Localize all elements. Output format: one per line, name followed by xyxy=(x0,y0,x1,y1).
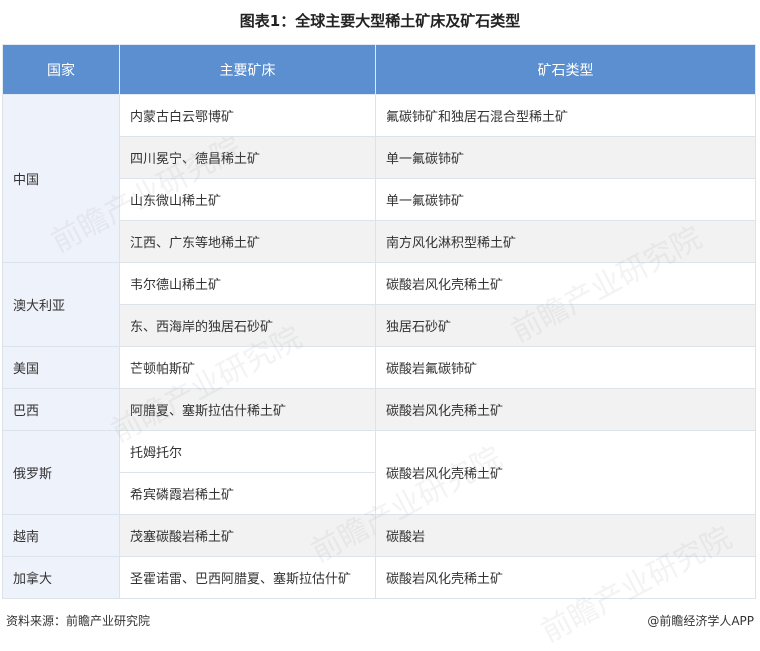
ore-type-cell: 碳酸岩风化壳稀土矿 xyxy=(375,388,756,431)
country-cell: 俄罗斯 xyxy=(2,430,120,515)
deposit-cell: 山东微山稀土矿 xyxy=(119,178,376,221)
ore-type-cell: 碳酸岩氟碳铈矿 xyxy=(375,346,756,389)
ore-type-cell: 碳酸岩风化壳稀土矿 xyxy=(375,262,756,305)
ore-type-cell: 碳酸岩 xyxy=(375,514,756,557)
ore-type-cell: 南方风化淋积型稀土矿 xyxy=(375,220,756,263)
deposit-cell: 芒顿帕斯矿 xyxy=(119,346,376,389)
table-row: 美国 芒顿帕斯矿 碳酸岩氟碳铈矿 xyxy=(2,346,756,389)
deposit-cell: 圣霍诺雷、巴西阿腊夏、塞斯拉估什矿 xyxy=(119,556,376,599)
country-cell: 巴西 xyxy=(2,388,120,431)
deposit-cell: 江西、广东等地稀土矿 xyxy=(119,220,376,263)
deposit-cell: 托姆托尔 xyxy=(119,430,376,473)
deposit-cell: 内蒙古白云鄂博矿 xyxy=(119,94,376,137)
header-ore-type: 矿石类型 xyxy=(375,44,756,95)
country-cell: 越南 xyxy=(2,514,120,557)
deposit-cell: 韦尔德山稀土矿 xyxy=(119,262,376,305)
rare-earth-deposits-table: 国家 主要矿床 矿石类型 中国 内蒙古白云鄂博矿 氟碳铈矿和独居石混合型稀土矿 … xyxy=(2,44,756,599)
table-row: 俄罗斯 托姆托尔 碳酸岩风化壳稀土矿 xyxy=(2,430,756,515)
source-note: 资料来源：前瞻产业研究院 xyxy=(6,614,151,628)
deposit-cell: 四川冕宁、德昌稀土矿 xyxy=(119,136,376,179)
table-header-row: 国家 主要矿床 矿石类型 xyxy=(2,44,756,95)
table-row: 中国 内蒙古白云鄂博矿 氟碳铈矿和独居石混合型稀土矿 xyxy=(2,94,756,263)
country-cell: 中国 xyxy=(2,94,120,263)
chart-title: 图表1：全球主要大型稀土矿床及矿石类型 xyxy=(239,12,521,30)
brand-label: @前瞻经济学人APP xyxy=(647,614,754,628)
ore-type-cell: 碳酸岩风化壳稀土矿 xyxy=(375,430,756,515)
table-row: 巴西 阿腊夏、塞斯拉估什稀土矿 碳酸岩风化壳稀土矿 xyxy=(2,388,756,431)
country-cell: 澳大利亚 xyxy=(2,262,120,347)
country-cell: 美国 xyxy=(2,346,120,389)
deposit-cell: 希宾磷霞岩稀土矿 xyxy=(119,472,376,515)
deposit-cell: 茂塞碳酸岩稀土矿 xyxy=(119,514,376,557)
deposit-cell: 东、西海岸的独居石砂矿 xyxy=(119,304,376,347)
ore-type-cell: 单一氟碳铈矿 xyxy=(375,136,756,179)
table-row: 越南 茂塞碳酸岩稀土矿 碳酸岩 xyxy=(2,514,756,557)
country-cell: 加拿大 xyxy=(2,556,120,599)
header-country: 国家 xyxy=(2,44,120,95)
table-row: 澳大利亚 韦尔德山稀土矿 碳酸岩风化壳稀土矿 xyxy=(2,262,756,347)
ore-type-cell: 氟碳铈矿和独居石混合型稀土矿 xyxy=(375,94,756,137)
ore-type-cell: 独居石砂矿 xyxy=(375,304,756,347)
ore-type-cell: 单一氟碳铈矿 xyxy=(375,178,756,221)
deposit-cell: 阿腊夏、塞斯拉估什稀土矿 xyxy=(119,388,376,431)
header-deposit: 主要矿床 xyxy=(119,44,376,95)
ore-type-cell: 碳酸岩风化壳稀土矿 xyxy=(375,556,756,599)
table-row: 加拿大 圣霍诺雷、巴西阿腊夏、塞斯拉估什矿 碳酸岩风化壳稀土矿 xyxy=(2,556,756,599)
